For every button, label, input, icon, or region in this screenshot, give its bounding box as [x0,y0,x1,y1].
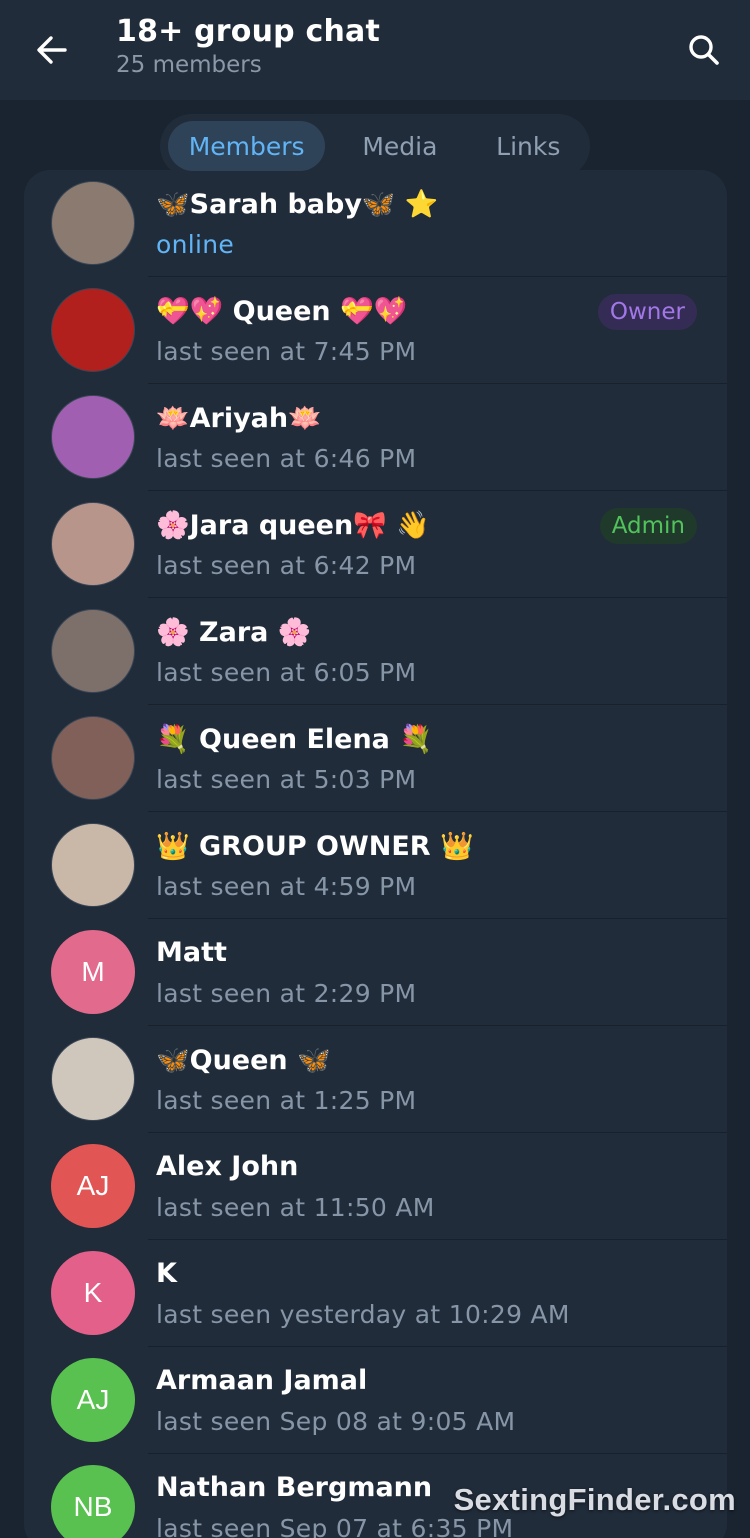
member-status: last seen at 6:46 PM [156,444,417,473]
member-name: 💐 Queen Elena 💐 [156,724,433,755]
member-name: K [156,1258,177,1289]
member-name: 🌸 Zara 🌸 [156,617,312,648]
avatar [51,395,135,479]
member-status: last seen at 6:42 PM [156,551,417,580]
member-status: last seen at 11:50 AM [156,1193,435,1222]
avatar: AJ [51,1144,135,1228]
avatar: NB [51,1465,135,1538]
member-status: last seen at 6:05 PM [156,658,417,687]
member-name: Matt [156,937,227,968]
back-button[interactable] [28,28,76,72]
member-status: last seen at 5:03 PM [156,765,417,794]
arrow-left-icon [37,36,67,64]
chat-title: 18+ group chat [116,14,381,49]
avatar: AJ [51,1358,135,1442]
avatar [51,181,135,265]
avatar [51,288,135,372]
member-row[interactable]: 👑 GROUP OWNER 👑 last seen at 4:59 PM [24,812,727,919]
member-name: 👑 GROUP OWNER 👑 [156,831,474,862]
member-row[interactable]: 💝💖 Queen 💝💖 Owner last seen at 7:45 PM [24,277,727,384]
admin-badge: Admin [599,508,697,544]
member-name: 🪷Ariyah🪷 [156,403,322,434]
member-row[interactable]: 🌸 Zara 🌸 last seen at 6:05 PM [24,598,727,705]
avatar [51,609,135,693]
member-row[interactable]: M Matt last seen at 2:29 PM [24,919,727,1026]
avatar [51,1037,135,1121]
avatar: M [51,930,135,1014]
member-count: 25 members [116,52,262,78]
member-status: last seen yesterday at 10:29 AM [156,1300,570,1329]
member-row[interactable]: 🦋Sarah baby🦋 ⭐ online [24,170,727,277]
tab-members[interactable]: Members [168,121,326,171]
member-row[interactable]: AJ Alex John last seen at 11:50 AM [24,1133,727,1240]
member-status: last seen at 7:45 PM [156,337,417,366]
tab-links[interactable]: Links [475,121,582,171]
member-row[interactable]: AJ Armaan Jamal last seen Sep 08 at 9:05… [24,1347,727,1454]
tab-bar: Members Media Links [160,114,590,178]
avatar [51,502,135,586]
member-name: Armaan Jamal [156,1365,368,1396]
member-status: last seen at 4:59 PM [156,872,417,901]
watermark: SextingFinder.com [453,1482,736,1517]
member-name: Alex John [156,1151,299,1182]
member-row[interactable]: 🪷Ariyah🪷 last seen at 6:46 PM [24,384,727,491]
member-name: Nathan Bergmann [156,1472,433,1503]
avatar: K [51,1251,135,1335]
owner-badge: Owner [597,294,697,330]
member-name: 💝💖 Queen 💝💖 [156,296,408,327]
member-status: last seen at 1:25 PM [156,1086,417,1115]
tab-media[interactable]: Media [325,121,474,171]
member-row[interactable]: 💐 Queen Elena 💐 last seen at 5:03 PM [24,705,727,812]
search-icon [689,35,719,65]
member-status: online [156,230,235,259]
avatar [51,823,135,907]
member-list: 🦋Sarah baby🦋 ⭐ online 💝💖 Queen 💝💖 Owner … [24,170,727,1538]
search-button[interactable] [680,26,728,74]
top-bar: 18+ group chat 25 members [0,0,750,100]
member-row[interactable]: K K last seen yesterday at 10:29 AM [24,1240,727,1347]
app-window: 18+ group chat 25 members Members Media … [0,0,750,1538]
member-row[interactable]: 🌸Jara queen🎀 👋 Admin last seen at 6:42 P… [24,491,727,598]
member-name: 🦋Queen 🦋 [156,1045,331,1076]
avatar [51,716,135,800]
member-status: last seen at 2:29 PM [156,979,417,1008]
member-row[interactable]: 🦋Queen 🦋 last seen at 1:25 PM [24,1026,727,1133]
member-name: 🌸Jara queen🎀 👋 [156,510,430,541]
member-name: 🦋Sarah baby🦋 ⭐ [156,189,439,220]
member-status: last seen Sep 08 at 9:05 AM [156,1407,516,1436]
